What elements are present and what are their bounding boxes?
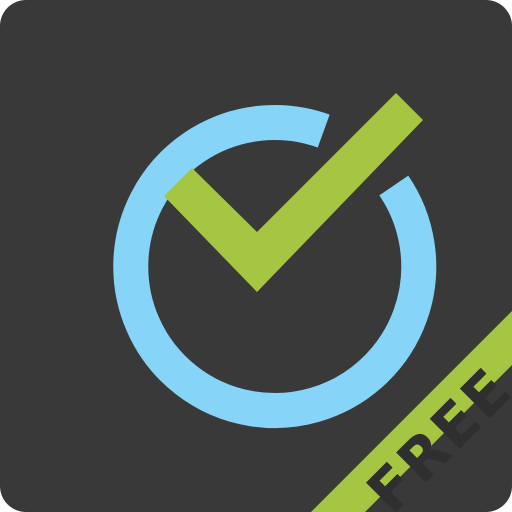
app-icon-graphic: FREE [0, 0, 512, 512]
app-icon[interactable]: FREE [0, 0, 512, 512]
